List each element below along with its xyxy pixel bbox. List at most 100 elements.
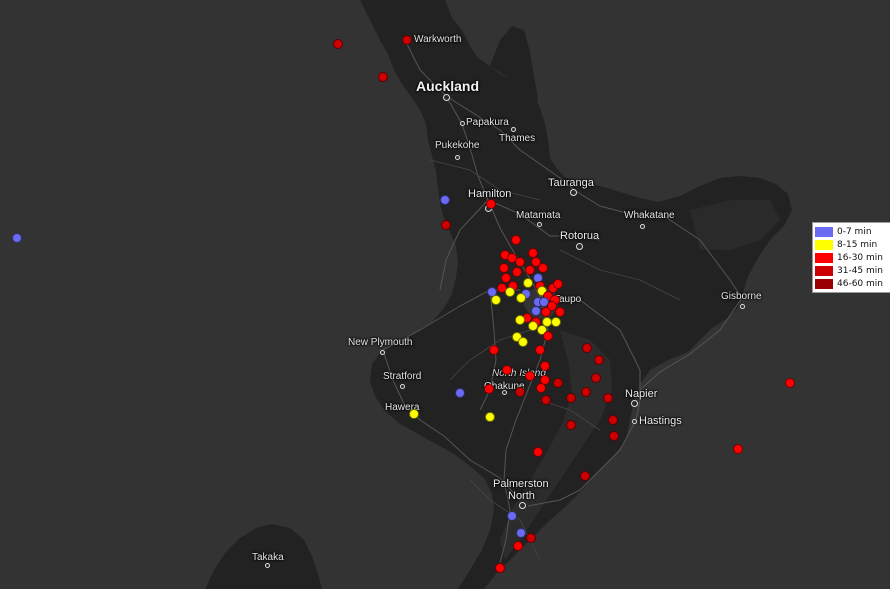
map-marker[interactable] [603,393,613,403]
papakura-marker [460,121,465,126]
thames-marker [511,127,516,132]
map-marker[interactable] [555,307,565,317]
map-marker[interactable] [516,528,526,538]
map-marker[interactable] [541,395,551,405]
map-marker[interactable] [553,279,563,289]
label-whakatane: Whakatane [624,210,675,221]
map-marker[interactable] [515,315,525,325]
matamata-marker [537,222,542,227]
legend-swatch [815,278,833,289]
map-marker[interactable] [489,345,499,355]
label-gisborne: Gisborne [721,291,762,302]
label-palmerston-north-line2: North [508,490,535,502]
legend-item-31-45: 31-45 min [815,264,889,277]
label-thames: Thames [499,133,536,144]
map-marker[interactable] [333,39,343,49]
map-marker[interactable] [515,387,525,397]
legend-item-8-15: 8-15 min [815,238,889,251]
map-marker[interactable] [580,471,590,481]
map-marker[interactable] [536,383,546,393]
label-rotorua: Rotorua [560,230,600,242]
map-marker[interactable] [581,387,591,397]
map-marker[interactable] [486,199,496,209]
map-marker[interactable] [535,345,545,355]
legend-swatch [815,239,833,250]
map-marker[interactable] [502,365,512,375]
map-marker[interactable] [608,415,618,425]
map-marker[interactable] [523,278,533,288]
map-marker[interactable] [518,337,528,347]
label-pukekohe: Pukekohe [435,140,480,151]
map-marker[interactable] [441,220,451,230]
auckland-marker [443,94,450,101]
legend-item-16-30: 16-30 min [815,251,889,264]
map-marker[interactable] [484,384,494,394]
map-marker[interactable] [499,263,509,273]
legend: 0-7 min 8-15 min 16-30 min 31-45 min 46-… [812,222,890,293]
map-marker[interactable] [526,533,536,543]
map-marker[interactable] [516,293,526,303]
map-marker[interactable] [591,373,601,383]
legend-label: 16-30 min [837,252,883,263]
map-marker[interactable] [440,195,450,205]
label-stratford: Stratford [383,371,422,382]
map-marker[interactable] [402,35,412,45]
map-marker[interactable] [525,371,535,381]
map-marker[interactable] [512,267,522,277]
map-marker[interactable] [533,447,543,457]
map-marker[interactable] [540,361,550,371]
stratford-marker [400,384,405,389]
legend-swatch [815,252,833,263]
takaka-marker [265,563,270,568]
map-marker[interactable] [609,431,619,441]
map-marker[interactable] [505,287,515,297]
map-marker[interactable] [594,355,604,365]
map-marker[interactable] [507,511,517,521]
map-marker[interactable] [495,563,505,573]
whakatane-marker [640,224,645,229]
label-tauranga: Tauranga [548,177,594,189]
label-new-plymouth: New Plymouth [348,337,413,348]
map-marker[interactable] [582,343,592,353]
map-marker[interactable] [378,72,388,82]
map-marker[interactable] [455,388,465,398]
gisborne-marker [740,304,745,309]
legend-label: 8-15 min [837,239,878,250]
new-plymouth-marker [380,350,385,355]
legend-label: 31-45 min [837,265,883,276]
legend-item-0-7: 0-7 min [815,225,889,238]
legend-item-46-60: 46-60 min [815,277,889,290]
map-marker[interactable] [491,295,501,305]
tauranga-marker [570,189,577,196]
map-marker[interactable] [511,235,521,245]
map-marker[interactable] [513,541,523,551]
map-marker[interactable] [551,317,561,327]
label-hastings: Hastings [639,415,682,427]
map-canvas[interactable]: Warkworth Auckland Papakura Pukekohe Tha… [0,0,890,589]
legend-swatch [815,265,833,276]
map-marker[interactable] [531,306,541,316]
hastings-marker [632,419,637,424]
label-auckland: Auckland [416,78,480,94]
map-marker[interactable] [541,307,551,317]
map-marker[interactable] [553,378,563,388]
map-marker[interactable] [515,257,525,267]
map-marker[interactable] [733,444,743,454]
rotorua-marker [576,243,583,250]
label-palmerston-north-line1: Palmerston [493,478,549,490]
map-marker[interactable] [543,331,553,341]
label-warkworth: Warkworth [414,34,462,45]
pukekohe-marker [455,155,460,160]
map-marker[interactable] [538,263,548,273]
label-napier: Napier [625,388,658,400]
map-marker[interactable] [409,409,419,419]
map-marker[interactable] [785,378,795,388]
map-marker[interactable] [566,420,576,430]
label-matamata: Matamata [516,210,561,221]
map-marker[interactable] [12,233,22,243]
map-marker[interactable] [566,393,576,403]
map-marker[interactable] [485,412,495,422]
palmerston-north-marker [519,502,526,509]
legend-label: 46-60 min [837,278,883,289]
legend-label: 0-7 min [837,226,872,237]
